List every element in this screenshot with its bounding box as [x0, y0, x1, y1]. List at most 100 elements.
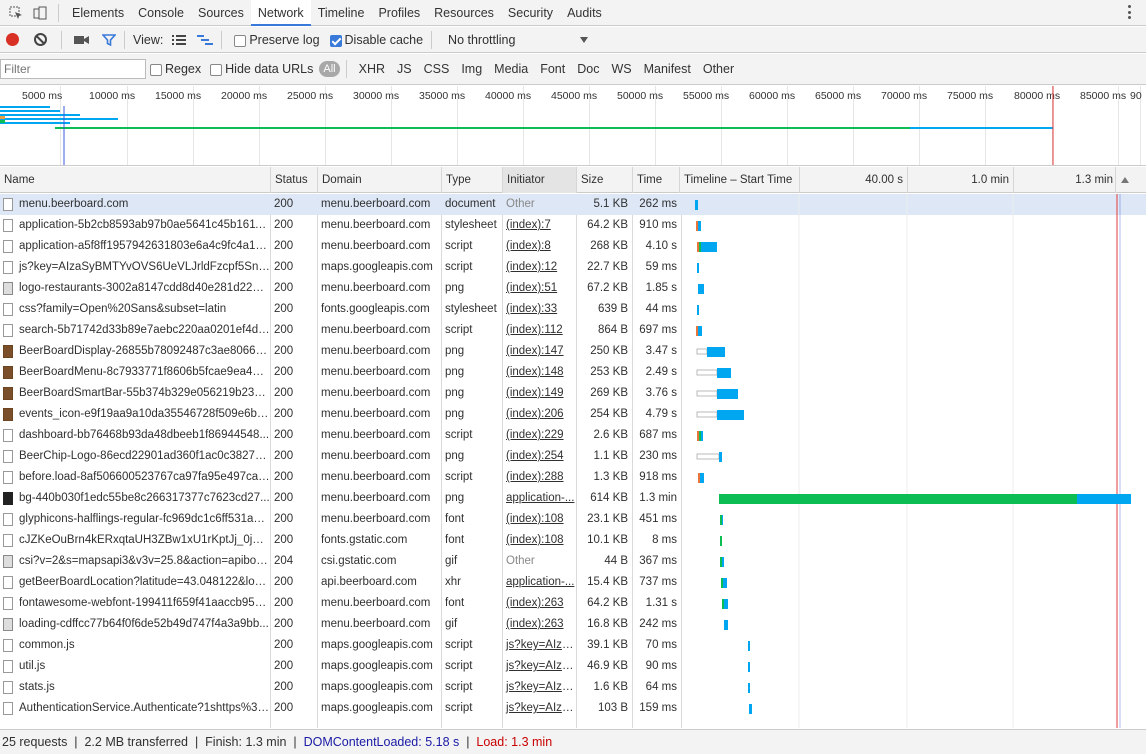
tab-sources[interactable]: Sources: [191, 0, 251, 26]
request-domain: menu.beerboard.com: [321, 324, 431, 336]
preserve-log-checkbox[interactable]: Preserve log: [234, 33, 320, 47]
filter-type-font[interactable]: Font: [540, 62, 565, 76]
request-initiator[interactable]: (index):51: [502, 278, 576, 299]
request-initiator[interactable]: (index):288: [502, 467, 576, 488]
column-domain[interactable]: Domain: [317, 167, 441, 193]
filter-type-doc[interactable]: Doc: [577, 62, 599, 76]
tab-timeline[interactable]: Timeline: [311, 0, 372, 26]
timeline-tick-3: 1.3 min: [1013, 167, 1115, 193]
filter-type-img[interactable]: Img: [461, 62, 482, 76]
request-initiator[interactable]: (index):206: [502, 404, 576, 425]
device-mode-icon[interactable]: [32, 5, 48, 21]
filter-type-manifest[interactable]: Manifest: [644, 62, 691, 76]
filter-type-ws[interactable]: WS: [611, 62, 631, 76]
waterfall-view-icon[interactable]: [197, 34, 214, 46]
column-initiator[interactable]: Initiator: [502, 167, 576, 193]
record-button[interactable]: [6, 33, 19, 46]
column-time[interactable]: Time: [632, 167, 679, 193]
dns-bar: [696, 221, 698, 231]
request-initiator[interactable]: (index):12: [502, 257, 576, 278]
request-initiator[interactable]: (index):8: [502, 236, 576, 257]
request-type: stylesheet: [445, 219, 497, 231]
request-initiator[interactable]: (index):149: [502, 383, 576, 404]
filter-input[interactable]: [0, 59, 146, 79]
overview-request-bar: [0, 116, 5, 119]
request-initiator[interactable]: (index):263: [502, 614, 576, 635]
request-domain: menu.beerboard.com: [321, 471, 431, 483]
request-initiator[interactable]: (index):112: [502, 320, 576, 341]
tab-elements[interactable]: Elements: [65, 0, 131, 26]
request-initiator[interactable]: js?key=AIza...: [502, 635, 576, 656]
request-domain: menu.beerboard.com: [321, 597, 431, 609]
request-time: 2.49 s: [645, 366, 677, 378]
request-name: events_icon-e9f19aa9a10da35546728f509e6b…: [19, 408, 270, 420]
request-name: glyphicons-halflings-regular-fc969dc1c6f…: [19, 513, 270, 525]
request-initiator[interactable]: (index):147: [502, 341, 576, 362]
inspect-element-icon[interactable]: [8, 5, 24, 21]
more-options-icon[interactable]: [1128, 5, 1132, 19]
request-type: script: [445, 429, 473, 441]
clear-icon[interactable]: [34, 33, 47, 46]
filter-type-xhr[interactable]: XHR: [359, 62, 385, 76]
large-rows-icon[interactable]: [172, 34, 187, 46]
request-initiator[interactable]: application-...: [502, 488, 576, 509]
column-size[interactable]: Size: [576, 167, 632, 193]
request-initiator[interactable]: (index):33: [502, 299, 576, 320]
column-status[interactable]: Status: [270, 167, 317, 193]
request-name: getBeerBoardLocation?latitude=43.048122&…: [19, 576, 270, 588]
file-icon: [3, 597, 13, 610]
request-time: 64 ms: [645, 681, 677, 693]
request-status: 200: [274, 471, 294, 483]
request-initiator[interactable]: (index):263: [502, 593, 576, 614]
content-bar: [719, 494, 1077, 504]
tab-audits[interactable]: Audits: [560, 0, 609, 26]
video-camera-icon[interactable]: [74, 34, 90, 46]
filter-type-media[interactable]: Media: [494, 62, 528, 76]
file-icon: [3, 219, 13, 232]
column-type[interactable]: Type: [441, 167, 502, 193]
throttling-select[interactable]: No throttling: [448, 33, 589, 47]
request-initiator[interactable]: application-...: [502, 572, 576, 593]
hide-data-urls-label: Hide data URLs: [225, 62, 314, 76]
request-initiator[interactable]: js?key=AIza...: [502, 656, 576, 677]
filter-all-button[interactable]: All: [319, 61, 340, 77]
finish-time: Finish: 1.3 min: [205, 735, 287, 749]
column-name[interactable]: Name: [0, 167, 270, 193]
overview-timeline[interactable]: 5000 ms 10000 ms 15000 ms 20000 ms 25000 ms 3…: [0, 86, 1146, 166]
sort-arrow-icon[interactable]: [1115, 167, 1146, 193]
request-size: 44 B: [604, 555, 628, 567]
filter-icon[interactable]: [102, 33, 116, 47]
filter-type-other[interactable]: Other: [703, 62, 734, 76]
request-name: AuthenticationService.Authenticate?1shtt…: [19, 702, 270, 714]
column-timeline[interactable]: Timeline – Start Time: [679, 167, 799, 193]
request-initiator[interactable]: (index):7: [502, 215, 576, 236]
tab-resources[interactable]: Resources: [427, 0, 501, 26]
regex-checkbox[interactable]: Regex: [150, 62, 201, 76]
request-initiator[interactable]: (index):148: [502, 362, 576, 383]
request-initiator[interactable]: (index):229: [502, 425, 576, 446]
request-initiator[interactable]: (index):108: [502, 530, 576, 551]
hide-data-urls-checkbox[interactable]: Hide data URLs: [210, 62, 313, 76]
tab-console[interactable]: Console: [131, 0, 191, 26]
timeline-tick-2: 1.0 min: [907, 167, 1013, 193]
request-type: png: [445, 492, 465, 504]
request-initiator[interactable]: js?key=AIza...: [502, 677, 576, 698]
request-initiator[interactable]: (index):108: [502, 509, 576, 530]
tab-profiles[interactable]: Profiles: [371, 0, 427, 26]
request-time: 230 ms: [639, 450, 677, 462]
request-name: loading-cdffcc77b64f0f6de52b49d747f4a3a9…: [19, 618, 269, 630]
request-domain: fonts.gstatic.com: [321, 534, 408, 546]
tab-network[interactable]: Network: [250, 0, 311, 26]
tab-security[interactable]: Security: [501, 0, 560, 26]
filter-type-js[interactable]: JS: [397, 62, 412, 76]
overview-request-bar: [0, 118, 118, 120]
filter-bar: Regex Hide data URLs All XHR JS CSS Img Medi…: [0, 54, 1146, 85]
request-initiator[interactable]: (index):254: [502, 446, 576, 467]
request-size: 5.1 KB: [593, 198, 628, 210]
disable-cache-checkbox[interactable]: Disable cache: [329, 33, 423, 47]
waiting-bar: [748, 662, 750, 672]
view-label: View:: [133, 32, 164, 47]
filter-type-css[interactable]: CSS: [424, 62, 450, 76]
request-initiator[interactable]: js?key=AIza...: [502, 698, 576, 719]
request-name: search-5b71742d33b89e7aebc220aa0201ef4d9…: [19, 324, 270, 336]
